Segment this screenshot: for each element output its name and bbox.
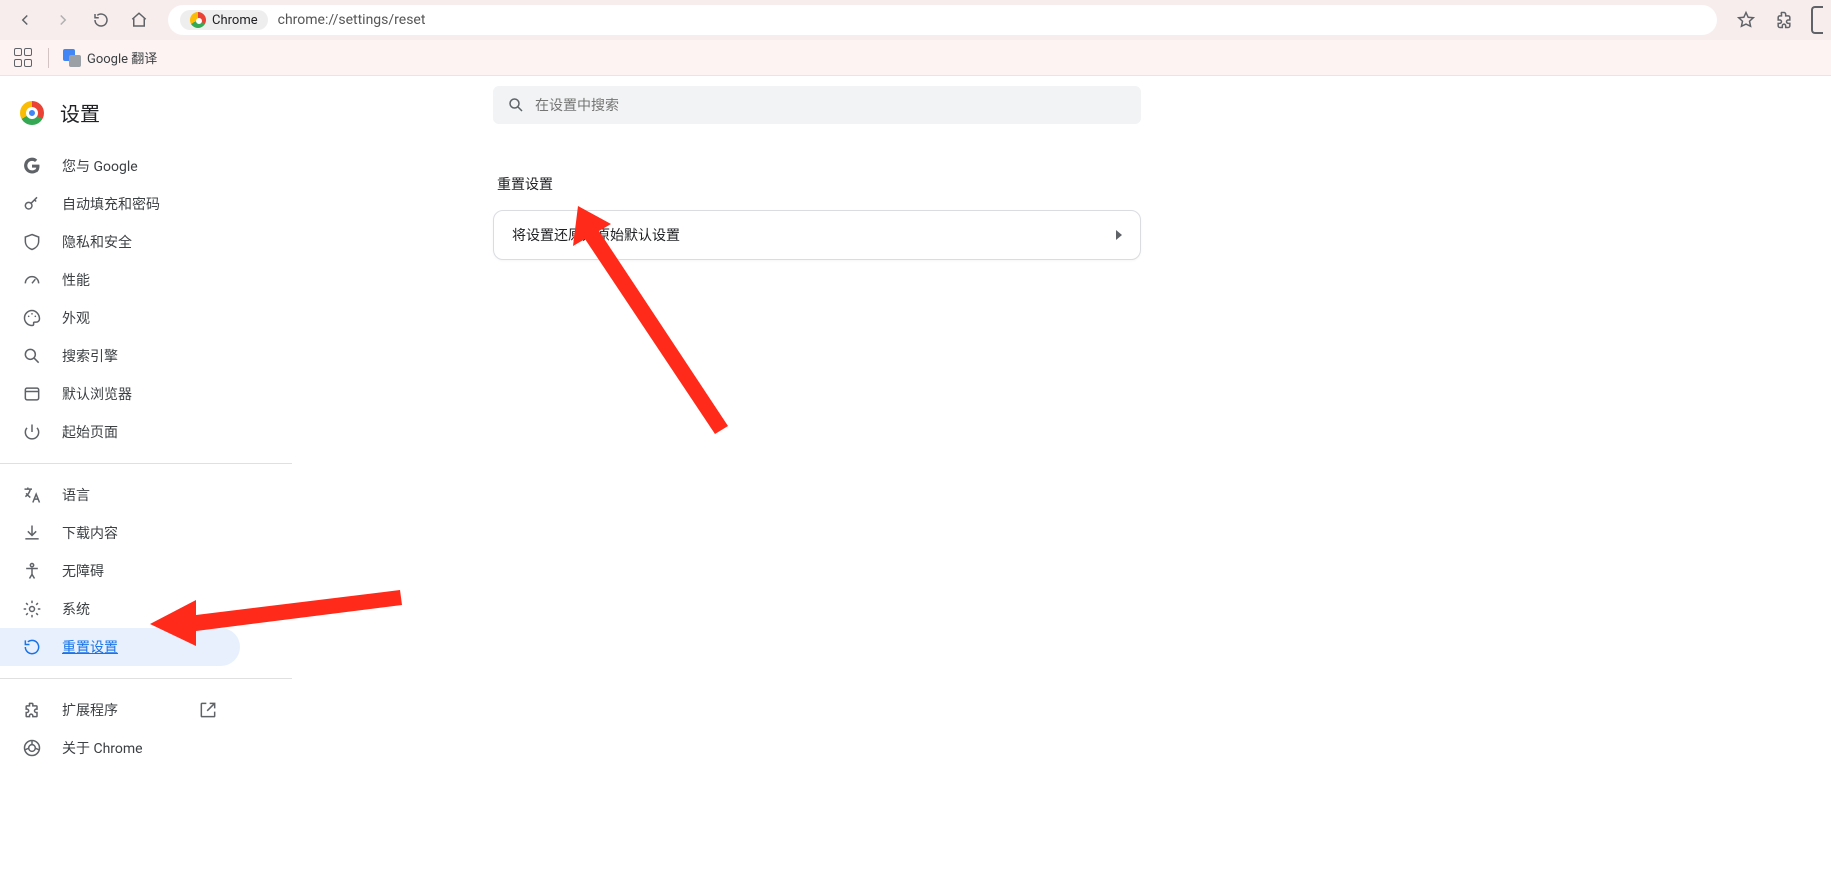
nav-label: 系统: [62, 599, 90, 619]
nav-appearance[interactable]: 外观: [0, 299, 240, 337]
settings-title: 设置: [60, 98, 100, 127]
bookmark-separator: [48, 48, 49, 68]
nav-home-button[interactable]: [122, 3, 156, 37]
bookmark-google-translate[interactable]: Google 翻译: [63, 48, 157, 67]
nav-group-1: 您与 Google 自动填充和密码 隐私和安全 性能 外观 搜索引擎: [0, 141, 292, 457]
nav-label: 您与 Google: [62, 156, 138, 176]
restore-defaults-label: 将设置还原为原始默认设置: [512, 225, 680, 245]
nav-label: 下载内容: [62, 523, 118, 543]
settings-page: 设置 您与 Google 自动填充和密码 隐私和安全 性能 外观: [0, 76, 1831, 894]
restore-defaults-row[interactable]: 将设置还原为原始默认设置: [494, 211, 1140, 259]
google-translate-icon: [63, 49, 81, 67]
bookmark-label: Google 翻译: [87, 48, 157, 67]
chrome-icon: [22, 738, 42, 758]
nav-label: 搜索引擎: [62, 346, 118, 366]
nav-label: 起始页面: [62, 422, 118, 442]
nav-label: 隐私和安全: [62, 232, 132, 252]
google-g-icon: [22, 156, 42, 176]
power-icon: [22, 422, 42, 442]
nav-downloads[interactable]: 下载内容: [0, 514, 240, 552]
site-chip: Chrome: [180, 10, 268, 30]
open-external-icon: [198, 700, 218, 720]
nav-system[interactable]: 系统: [0, 590, 240, 628]
nav-divider: [0, 463, 292, 464]
search-icon: [22, 346, 42, 366]
nav-label: 关于 Chrome: [62, 738, 143, 758]
nav-about-chrome[interactable]: 关于 Chrome: [0, 729, 240, 767]
nav-reload-button[interactable]: [84, 3, 118, 37]
nav-forward-button[interactable]: [46, 3, 80, 37]
apps-shortcut-button[interactable]: [14, 48, 34, 68]
side-panel-button[interactable]: [1811, 6, 1823, 34]
nav-languages[interactable]: 语言: [0, 476, 240, 514]
key-icon: [22, 194, 42, 214]
settings-search-input[interactable]: [535, 97, 1127, 113]
download-icon: [22, 523, 42, 543]
reset-card: 将设置还原为原始默认设置: [493, 210, 1141, 260]
nav-label: 语言: [62, 485, 90, 505]
nav-label: 默认浏览器: [62, 384, 132, 404]
nav-label: 性能: [62, 270, 90, 290]
search-icon: [507, 96, 525, 114]
settings-sidebar: 设置 您与 Google 自动填充和密码 隐私和安全 性能 外观: [0, 76, 293, 894]
chevron-right-icon: [1116, 230, 1122, 240]
site-chip-label: Chrome: [212, 13, 258, 28]
omnibox-url: chrome://settings/reset: [278, 12, 426, 28]
chrome-logo-icon: [20, 101, 44, 125]
settings-main: 重置设置 将设置还原为原始默认设置: [293, 76, 1831, 894]
nav-performance[interactable]: 性能: [0, 261, 240, 299]
nav-search-engine[interactable]: 搜索引擎: [0, 337, 240, 375]
shield-icon: [22, 232, 42, 252]
speedometer-icon: [22, 270, 42, 290]
nav-default-browser[interactable]: 默认浏览器: [0, 375, 240, 413]
nav-label: 重置设置: [62, 637, 118, 657]
bookmark-star-button[interactable]: [1729, 10, 1763, 30]
browser-toolbar: Chrome chrome://settings/reset: [0, 0, 1831, 40]
nav-group-3: 扩展程序 关于 Chrome: [0, 685, 292, 773]
nav-group-2: 语言 下载内容 无障碍 系统 重置设置: [0, 470, 292, 672]
nav-back-button[interactable]: [8, 3, 42, 37]
nav-you-and-google[interactable]: 您与 Google: [0, 147, 240, 185]
reset-icon: [22, 637, 42, 657]
settings-search[interactable]: [493, 86, 1141, 124]
palette-icon: [22, 308, 42, 328]
nav-label: 外观: [62, 308, 90, 328]
nav-accessibility[interactable]: 无障碍: [0, 552, 240, 590]
nav-privacy-security[interactable]: 隐私和安全: [0, 223, 240, 261]
chrome-icon: [190, 12, 206, 28]
bookmark-bar: Google 翻译: [0, 40, 1831, 76]
nav-reset-settings[interactable]: 重置设置: [0, 628, 240, 666]
nav-autofill-passwords[interactable]: 自动填充和密码: [0, 185, 240, 223]
translate-icon: [22, 485, 42, 505]
accessibility-icon: [22, 561, 42, 581]
section-title: 重置设置: [497, 174, 1831, 194]
nav-label: 扩展程序: [62, 700, 118, 720]
nav-divider: [0, 678, 292, 679]
extensions-button[interactable]: [1767, 10, 1801, 30]
nav-extensions[interactable]: 扩展程序: [0, 691, 240, 729]
nav-on-startup[interactable]: 起始页面: [0, 413, 240, 451]
window-icon: [22, 384, 42, 404]
gear-icon: [22, 599, 42, 619]
omnibox[interactable]: Chrome chrome://settings/reset: [168, 5, 1717, 35]
settings-brand: 设置: [0, 88, 292, 141]
nav-label: 无障碍: [62, 561, 104, 581]
nav-label: 自动填充和密码: [62, 194, 160, 214]
extension-icon: [22, 700, 42, 720]
